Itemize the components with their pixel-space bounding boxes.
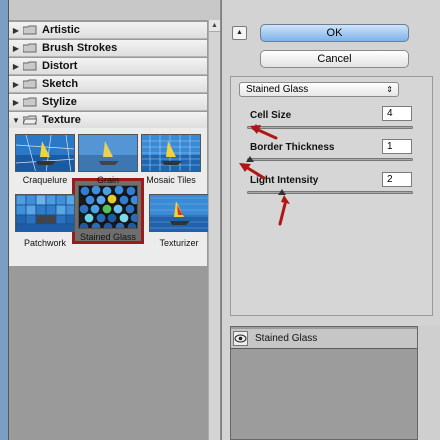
- effect-layer-row[interactable]: Stained Glass: [231, 329, 417, 349]
- thumbnail-label: Craquelure: [22, 175, 68, 185]
- expand-triangle-icon[interactable]: ▶: [9, 80, 23, 89]
- category-label: Artistic: [42, 24, 80, 36]
- thumbnail-grain[interactable]: [78, 134, 138, 172]
- category-label: Distort: [42, 60, 78, 72]
- annotation-arrow-icon: [239, 163, 266, 180]
- gallery-scrollbar[interactable]: ▲: [208, 20, 220, 440]
- cell-size-input[interactable]: 4: [382, 106, 412, 121]
- layers-side-area: [418, 326, 440, 440]
- annotation-arrow-icon: [278, 195, 290, 226]
- category-sketch[interactable]: ▶ Sketch: [9, 76, 207, 93]
- thumbnail-patchwork[interactable]: [15, 194, 75, 232]
- expand-triangle-icon[interactable]: ▶: [9, 98, 23, 107]
- category-label: Brush Strokes: [42, 42, 118, 54]
- category-distort[interactable]: ▶ Distort: [9, 58, 207, 75]
- eye-icon[interactable]: [233, 331, 248, 346]
- filter-settings-panel: ▲ OK Cancel Stained Glass ⇕ Cell Size 4 …: [221, 0, 440, 440]
- thumbnail-craquelure[interactable]: [15, 134, 75, 172]
- collapse-triangle-icon[interactable]: ▼: [9, 116, 23, 125]
- cancel-button[interactable]: Cancel: [260, 50, 409, 68]
- annotation-arrow-icon: [250, 125, 278, 140]
- thumbnail-mosaic-tiles[interactable]: [141, 134, 201, 172]
- border-thickness-input[interactable]: 1: [382, 139, 412, 154]
- gallery-header: [9, 0, 220, 20]
- filter-select[interactable]: Stained Glass ⇕: [239, 82, 399, 97]
- updown-arrows-icon: ⇕: [386, 85, 393, 94]
- texture-thumbnails: Craquelure Grain Mosaic Tiles Patchwork: [9, 128, 209, 266]
- category-label: Sketch: [42, 78, 79, 90]
- thumbnail-label: Grain: [96, 175, 119, 185]
- folder-icon: [23, 97, 37, 107]
- folder-icon: [23, 43, 37, 53]
- thumbnail-label: Texturizer: [159, 238, 199, 248]
- folder-icon: [23, 25, 37, 35]
- folder-icon: [23, 79, 37, 89]
- category-label: Stylize: [42, 96, 77, 108]
- category-texture[interactable]: ▼ Texture: [9, 112, 207, 129]
- thumbnail-label: Stained Glass: [79, 232, 137, 242]
- category-artistic[interactable]: ▶ Artistic: [9, 22, 207, 39]
- left-edge-strip: [0, 0, 9, 440]
- expand-triangle-icon[interactable]: ▶: [9, 44, 23, 53]
- light-intensity-input[interactable]: 2: [382, 172, 412, 187]
- filter-gallery-panel: ▶ Artistic ▶ Brush Strokes ▶ Distort ▶ S…: [9, 20, 220, 440]
- thumbnail-texturizer[interactable]: [149, 194, 209, 232]
- effect-layer-name: Stained Glass: [255, 333, 318, 344]
- filter-select-value: Stained Glass: [246, 84, 309, 95]
- open-folder-icon: [23, 115, 37, 125]
- category-stylize[interactable]: ▶ Stylize: [9, 94, 207, 111]
- expand-triangle-icon[interactable]: ▶: [9, 62, 23, 71]
- scroll-up-arrow-icon[interactable]: ▲: [209, 20, 220, 32]
- thumbnail-label: Mosaic Tiles: [146, 175, 196, 185]
- folder-icon: [23, 61, 37, 71]
- effect-layers-panel: Stained Glass: [230, 326, 418, 440]
- thumbnail-stained-glass[interactable]: [78, 185, 138, 229]
- ok-button[interactable]: OK: [260, 24, 409, 42]
- collapse-gallery-button[interactable]: ▲: [232, 26, 247, 40]
- expand-triangle-icon[interactable]: ▶: [9, 26, 23, 35]
- category-label: Texture: [42, 114, 81, 126]
- category-brush-strokes[interactable]: ▶ Brush Strokes: [9, 40, 207, 57]
- thumbnail-label: Patchwork: [23, 238, 67, 248]
